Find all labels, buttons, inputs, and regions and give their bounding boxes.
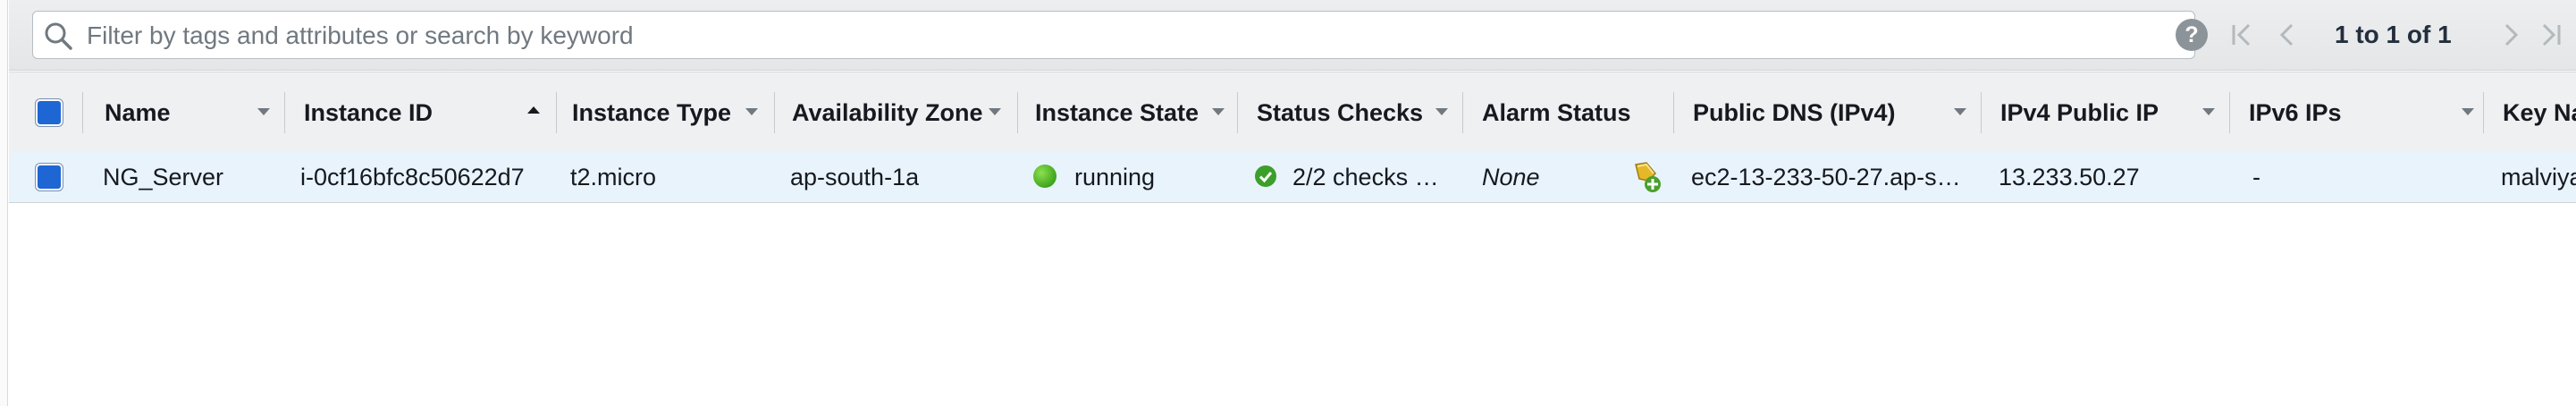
- column-divider: [1237, 92, 1238, 133]
- column-divider: [2483, 92, 2484, 133]
- column-divider: [2229, 92, 2230, 133]
- column-header-instance-state[interactable]: Instance State: [1035, 72, 1199, 153]
- column-divider: [1462, 92, 1463, 133]
- column-header-ipv4-public-ip[interactable]: IPv4 Public IP: [2000, 72, 2159, 153]
- search-input[interactable]: [85, 20, 2144, 52]
- cell-ipv4-public-ip: 13.233.50.27: [1999, 164, 2140, 190]
- column-divider: [284, 92, 285, 133]
- create-alarm-icon[interactable]: [1629, 159, 1664, 195]
- column-header-status-checks[interactable]: Status Checks: [1257, 72, 1423, 153]
- help-icon[interactable]: ?: [2176, 19, 2208, 51]
- last-page-icon[interactable]: [2535, 16, 2567, 54]
- cell-key-name: malviya: [2501, 164, 2576, 190]
- search-icon: [45, 22, 72, 50]
- prev-page-icon[interactable]: [2270, 16, 2302, 54]
- select-all-checkbox[interactable]: [36, 99, 63, 126]
- column-divider: [1017, 92, 1018, 133]
- column-header-name[interactable]: Name: [105, 72, 171, 153]
- column-divider: [774, 92, 775, 133]
- pagination-range: 1 to 1 of 1: [2335, 21, 2452, 48]
- cell-availability-zone: ap-south-1a: [790, 164, 920, 190]
- sort-menu-icon[interactable]: [1435, 108, 1448, 115]
- toolbar: ? 1 to 1 of 1: [9, 0, 2576, 71]
- running-status-icon: [1033, 165, 1056, 188]
- sort-menu-icon[interactable]: [1212, 108, 1225, 115]
- status-check-ok-icon: [1255, 165, 1276, 187]
- column-header-instance-id[interactable]: Instance ID: [304, 72, 433, 153]
- cell-public-dns: ec2-13-233-50-27.ap-s…: [1691, 164, 1959, 190]
- column-header-key-name[interactable]: Key Na: [2503, 72, 2576, 153]
- column-divider: [1981, 92, 1982, 133]
- column-divider: [82, 92, 83, 133]
- column-header-ipv6-ips[interactable]: IPv6 IPs: [2249, 72, 2342, 153]
- cell-instance-id: i-0cf16bfc8c50622d7: [300, 164, 525, 190]
- column-header-alarm-status[interactable]: Alarm Status: [1482, 72, 1631, 153]
- first-page-icon[interactable]: [2226, 16, 2258, 54]
- column-header-availability-zone[interactable]: Availability Zone: [792, 72, 983, 153]
- sort-menu-icon[interactable]: [2462, 108, 2474, 115]
- row-checkbox[interactable]: [36, 164, 63, 190]
- cell-name: NG_Server: [103, 164, 224, 190]
- sort-menu-icon[interactable]: [989, 108, 1001, 115]
- sort-menu-icon[interactable]: [257, 108, 270, 115]
- table-header: Name Instance ID Instance Type Availabil…: [9, 72, 2576, 154]
- column-header-public-dns[interactable]: Public DNS (IPv4): [1693, 72, 1896, 153]
- cell-alarm-status: None: [1482, 164, 1540, 190]
- cell-ipv6-ips: -: [2252, 164, 2260, 190]
- cell-status-checks[interactable]: 2/2 checks …: [1292, 152, 1444, 202]
- column-header-instance-type[interactable]: Instance Type: [572, 72, 731, 153]
- sort-menu-icon[interactable]: [745, 108, 758, 115]
- search-box[interactable]: [32, 11, 2195, 59]
- left-panel-edge: [0, 0, 8, 406]
- column-divider: [1673, 92, 1674, 133]
- next-page-icon[interactable]: [2496, 16, 2528, 54]
- cell-instance-type: t2.micro: [570, 164, 657, 190]
- sort-menu-icon[interactable]: [1954, 108, 1966, 115]
- table-row[interactable]: NG_Server i-0cf16bfc8c50622d7 t2.micro a…: [9, 152, 2576, 203]
- cell-instance-state: running: [1074, 164, 1156, 190]
- sort-menu-icon[interactable]: [2202, 108, 2215, 115]
- column-divider: [556, 92, 557, 133]
- sort-ascending-icon[interactable]: [527, 106, 540, 114]
